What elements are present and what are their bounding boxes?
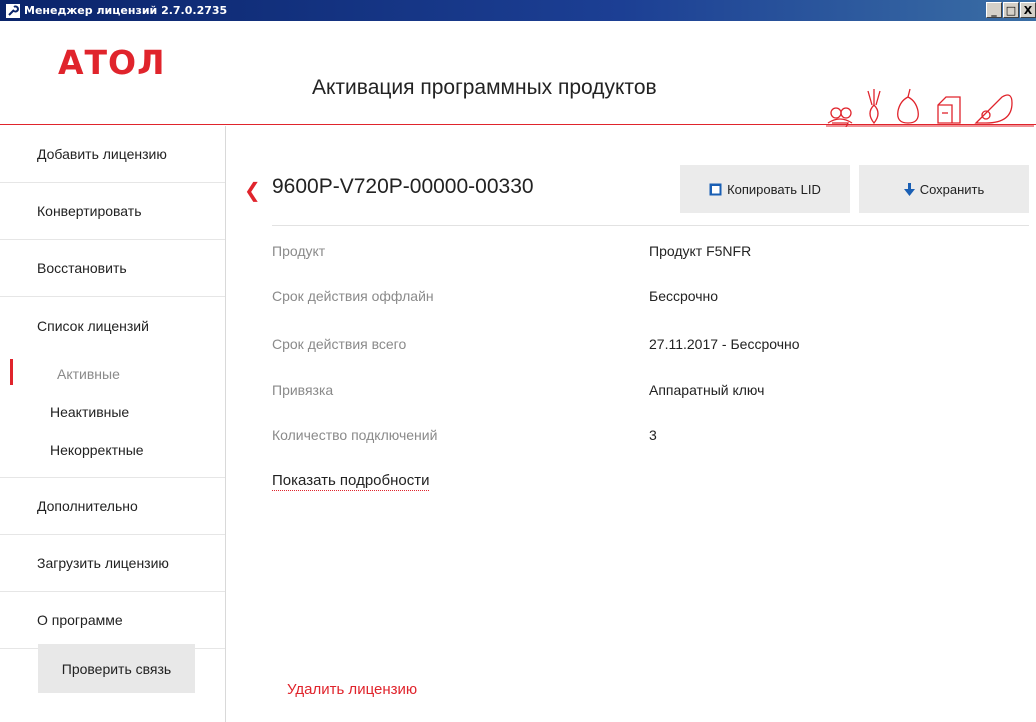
app-header: АТОЛ Активация программных продуктов (0, 21, 1036, 127)
property-row-offline-term: Срок действия оффлайн Бессрочно (272, 288, 1029, 308)
sidebar-item-load-license[interactable]: Загрузить лицензию (0, 535, 225, 592)
property-value: 3 (649, 427, 657, 443)
delete-license-link[interactable]: Удалить лицензию (287, 681, 417, 698)
property-row-connections: Количество подключений 3 (272, 427, 1029, 447)
save-label: Сохранить (919, 181, 985, 197)
sidebar-item-about[interactable]: О программе (0, 592, 225, 649)
property-row-product: Продукт Продукт F5NFR (272, 243, 1029, 263)
sidebar-item-license-list[interactable]: Список лицензий (0, 297, 225, 355)
page-title: Активация программных продуктов (312, 76, 657, 99)
sidebar-subitem-active[interactable]: Активные (0, 355, 225, 393)
copy-icon (709, 183, 722, 195)
sidebar-item-restore[interactable]: Восстановить (0, 240, 225, 297)
show-details-link[interactable]: Показать подробности (272, 472, 430, 491)
logo: АТОЛ (58, 43, 166, 82)
divider (272, 225, 1029, 226)
check-connection-button[interactable]: Проверить связь (38, 644, 195, 693)
property-label: Срок действия всего (272, 336, 407, 352)
property-value: Аппаратный ключ (649, 382, 765, 398)
minimize-button[interactable]: _ (986, 2, 1002, 18)
property-value: Бессрочно (649, 288, 719, 304)
window-title: Менеджер лицензий 2.7.0.2735 (24, 4, 228, 17)
sidebar: Добавить лицензию Конвертировать Восстан… (0, 126, 226, 722)
sidebar-subitem-invalid[interactable]: Некорректные (0, 431, 225, 469)
sidebar-item-additional[interactable]: Дополнительно (0, 478, 225, 535)
property-row-binding: Привязка Аппаратный ключ (272, 382, 1029, 402)
arrow-down-icon (903, 182, 915, 196)
license-id: 9600P-V720P-00000-00330 (272, 175, 534, 198)
sidebar-item-add-license[interactable]: Добавить лицензию (0, 126, 225, 183)
food-decoration-icon (826, 88, 1034, 127)
copy-lid-button[interactable]: Копировать LID (680, 165, 850, 213)
chevron-left-icon[interactable]: ❮ (244, 178, 261, 202)
main-content: ❮ 9600P-V720P-00000-00330 Копировать LID… (227, 126, 1036, 722)
property-value: 27.11.2017 - Бессрочно (649, 336, 800, 352)
maximize-button[interactable]: □ (1003, 2, 1019, 18)
sidebar-group-license-list: Список лицензий Активные Неактивные Неко… (0, 297, 225, 478)
property-label: Срок действия оффлайн (272, 288, 434, 304)
property-value: Продукт F5NFR (649, 243, 752, 259)
close-button[interactable]: X (1020, 2, 1036, 18)
property-label: Привязка (272, 382, 334, 398)
window-controls: _ □ X (986, 2, 1036, 18)
key-icon (5, 3, 21, 19)
window-titlebar: Менеджер лицензий 2.7.0.2735 _ □ X (0, 0, 1036, 21)
property-label: Продукт (272, 243, 326, 259)
sidebar-item-convert[interactable]: Конвертировать (0, 183, 225, 240)
save-button[interactable]: Сохранить (859, 165, 1029, 213)
property-label: Количество подключений (272, 427, 438, 443)
sidebar-subitem-inactive[interactable]: Неактивные (0, 393, 225, 431)
property-row-total-term: Срок действия всего 27.11.2017 - Бессроч… (272, 336, 1029, 356)
copy-lid-label: Копировать LID (727, 181, 821, 197)
